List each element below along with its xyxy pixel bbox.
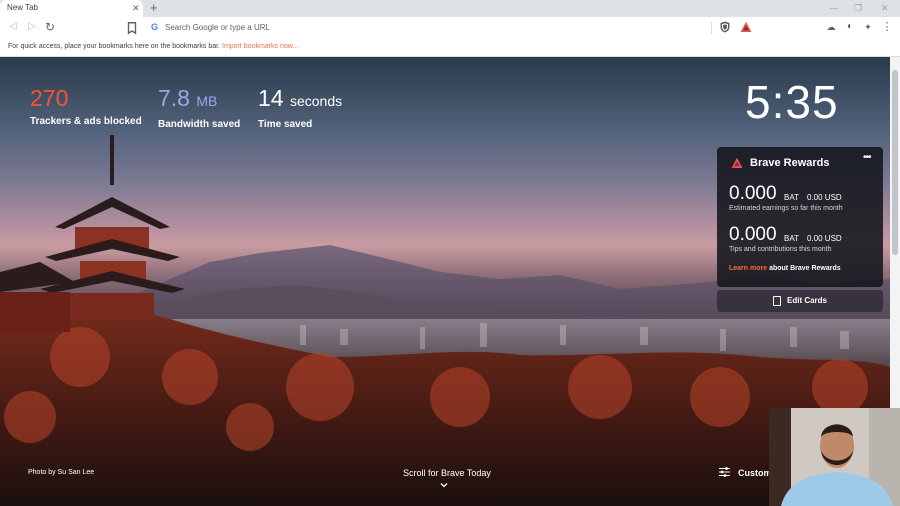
learn-more-suffix: about Brave Rewards [767, 265, 841, 272]
tips-currency: BAT [784, 234, 799, 243]
omnibox-input[interactable]: Search Google or type a URL [165, 23, 270, 32]
google-icon: G [151, 22, 159, 32]
bandwidth-unit: MB [196, 93, 218, 109]
learn-more-text: Learn more about Brave Rewards [729, 265, 841, 272]
stat-trackers: 270 Trackers & ads blocked [30, 85, 142, 127]
scrollbar-thumb[interactable] [892, 70, 898, 255]
photo-credit-prefix: Photo by [28, 469, 58, 476]
scroll-brave-today[interactable]: Scroll for Brave Today [403, 468, 491, 478]
learn-more-link[interactable]: Learn more [729, 265, 767, 272]
extensions-icon[interactable]: ✦ [862, 21, 874, 33]
time-unit: seconds [289, 93, 343, 109]
tab-close-icon[interactable]: ✕ [132, 2, 140, 14]
tab-title: New Tab [7, 3, 38, 12]
minimize-icon[interactable]: — [829, 2, 838, 14]
clock: 5:35 [745, 76, 839, 128]
rewards-title: Brave Rewards [750, 157, 830, 169]
time-label: Time saved [258, 119, 313, 130]
profile-icon[interactable]: ◐ [844, 21, 856, 33]
trackers-label: Trackers & ads blocked [30, 116, 142, 127]
menu-icon[interactable]: ⋮ [881, 21, 893, 33]
customize-icon[interactable] [719, 467, 730, 477]
tab-strip: New Tab ✕ + — ❐ ✕ [0, 0, 900, 17]
bandwidth-label: Bandwidth saved [158, 119, 241, 130]
omnibox[interactable]: G Search Google or type a URL [145, 18, 755, 38]
rewards-logo-icon [731, 157, 743, 168]
close-window-icon[interactable]: ✕ [881, 2, 889, 14]
webcam-overlay [769, 408, 900, 506]
tips-usd: 0.00 USD [807, 234, 842, 243]
photo-credit: Photo by Su San Lee [28, 469, 94, 476]
earnings-amount: 0.000 [729, 183, 777, 204]
chevron-down-icon[interactable] [440, 481, 448, 489]
edit-cards-icon [773, 296, 781, 306]
rewards-triangle-icon[interactable] [740, 21, 752, 33]
edit-cards-label: Edit Cards [787, 296, 828, 305]
reload-icon[interactable]: ↻ [43, 20, 57, 34]
time-value: 14 seconds [258, 85, 342, 114]
photo-credit-author[interactable]: Su San Lee [58, 469, 95, 476]
stat-bandwidth: 7.8 MB Bandwidth saved [158, 85, 240, 130]
earnings-currency: BAT [784, 193, 799, 202]
back-icon[interactable]: ◁ [6, 20, 20, 34]
brave-shield-icon[interactable] [720, 21, 730, 33]
bookmarks-hint: For quick access, place your bookmarks h… [8, 43, 298, 50]
edit-cards-button[interactable]: Edit Cards [717, 290, 883, 312]
customize-label[interactable]: Custom [738, 468, 772, 478]
omnibox-separator [711, 22, 712, 34]
webcam-person-image [769, 408, 900, 506]
new-tab-button[interactable]: + [150, 1, 158, 15]
tips-amount: 0.000 [729, 224, 777, 245]
trackers-count: 270 [30, 85, 69, 111]
time-number: 14 [258, 85, 284, 111]
restore-icon[interactable]: ❐ [854, 2, 862, 14]
bandwidth-number: 7.8 [158, 85, 190, 111]
cloud-icon[interactable]: ☁ [825, 21, 837, 33]
brave-rewards-card: Brave Rewards ••• 0.000 BAT 0.00 USD Est… [717, 147, 883, 287]
bookmarks-hint-text: For quick access, place your bookmarks h… [8, 43, 221, 50]
earnings-description: Estimated earnings so far this month [729, 205, 843, 212]
bandwidth-value: 7.8 MB [158, 85, 240, 114]
tips-description: Tips and contributions this month [729, 246, 832, 253]
earnings-usd: 0.00 USD [807, 193, 842, 202]
more-options-icon[interactable]: ••• [863, 152, 871, 163]
bookmarks-bar: For quick access, place your bookmarks h… [0, 39, 900, 57]
import-bookmarks-link[interactable]: Import bookmarks now... [222, 43, 298, 50]
stat-time: 14 seconds Time saved [258, 85, 342, 130]
new-tab-page: 270 Trackers & ads blocked 7.8 MB Bandwi… [0, 57, 890, 506]
forward-icon[interactable]: ▷ [25, 20, 39, 34]
bookmark-icon[interactable] [125, 21, 139, 35]
toolbar: ◁ ▷ ↻ G Search Google or type a URL ☁ ◐ … [0, 17, 900, 39]
tab-new-tab[interactable]: New Tab ✕ [0, 0, 143, 17]
